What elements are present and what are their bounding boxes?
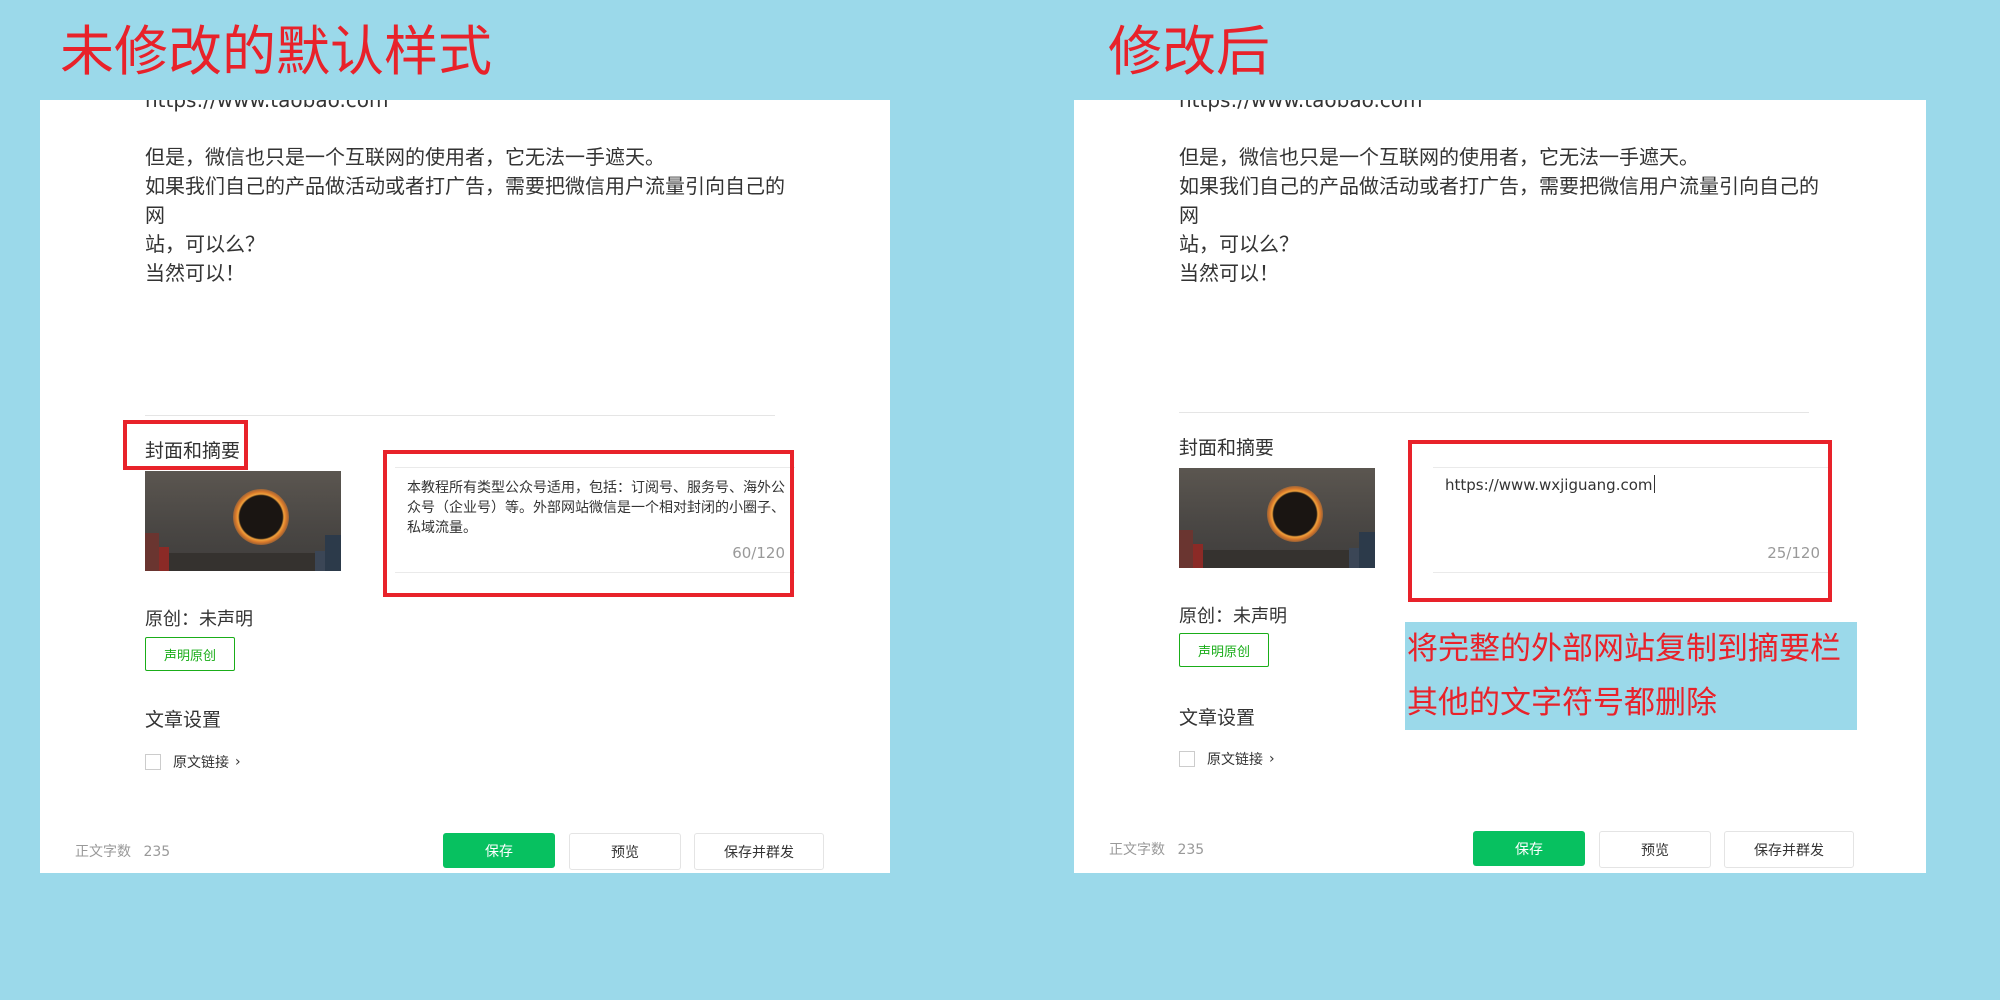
word-count-label: 正文字数 <box>1109 842 1165 858</box>
body-url-line: https://www.taobao.com <box>145 100 389 112</box>
cover-image[interactable] <box>145 471 341 571</box>
cover-building <box>145 533 159 571</box>
original-link-label: 原文链接 <box>173 755 229 771</box>
body-line: 当然可以！ <box>145 261 245 285</box>
save-button[interactable]: 保存 <box>1473 831 1585 866</box>
checkbox-icon[interactable] <box>145 754 161 770</box>
section-divider <box>1179 412 1809 413</box>
word-count-label: 正文字数 <box>75 844 131 860</box>
body-line: 如果我们自己的产品做活动或者打广告，需要把微信用户流量引向自己的网 <box>1179 174 1819 227</box>
chevron-right-icon: › <box>235 754 241 770</box>
highlight-summary-right <box>1408 440 1832 602</box>
original-link-label: 原文链接 <box>1207 752 1263 768</box>
body-line: 站，可以么？ <box>145 232 265 256</box>
body-line: 站，可以么？ <box>1179 232 1299 256</box>
body-line: 当然可以！ <box>1179 261 1279 285</box>
section-divider <box>145 415 775 416</box>
highlight-summary-left <box>383 450 794 597</box>
eclipse-graphic <box>233 489 289 545</box>
highlight-cover-label <box>123 420 248 470</box>
cover-building <box>1359 532 1375 568</box>
cover-image[interactable] <box>1179 468 1375 568</box>
cover-building <box>159 547 169 571</box>
cover-building <box>325 535 341 571</box>
left-heading: 未修改的默认样式 <box>60 20 492 83</box>
word-count-value: 235 <box>1177 842 1205 858</box>
article-settings-label: 文章设置 <box>1179 707 1256 729</box>
instruction-annotation: 将完整的外部网站复制到摘要栏 其他的文字符号都删除 <box>1405 622 1857 730</box>
body-url-line: https://www.taobao.com <box>1179 100 1423 112</box>
body-line: 但是，微信也只是一个互联网的使用者，它无法一手遮天。 <box>1179 145 1699 169</box>
declare-original-button[interactable]: 声明原创 <box>145 637 235 671</box>
preview-button[interactable]: 预览 <box>569 833 681 870</box>
annotation-line: 其他的文字符号都删除 <box>1407 685 1717 721</box>
original-status: 原创：未声明 <box>145 609 253 630</box>
cover-sea <box>145 553 341 571</box>
cover-sea <box>1179 550 1375 568</box>
word-count-value: 235 <box>143 844 171 860</box>
body-line: 如果我们自己的产品做活动或者打广告，需要把微信用户流量引向自己的网 <box>145 174 785 227</box>
preview-button[interactable]: 预览 <box>1599 831 1711 868</box>
article-body[interactable]: 但是，微信也只是一个互联网的使用者，它无法一手遮天。 如果我们自己的产品做活动或… <box>1179 143 1829 288</box>
original-link-option[interactable]: 原文链接 › <box>1179 749 1275 769</box>
body-line: 但是，微信也只是一个互联网的使用者，它无法一手遮天。 <box>145 145 665 169</box>
original-link-option[interactable]: 原文链接 › <box>145 752 241 772</box>
declare-original-button[interactable]: 声明原创 <box>1179 633 1269 667</box>
right-heading: 修改后 <box>1108 20 1270 83</box>
article-body[interactable]: 但是，微信也只是一个互联网的使用者，它无法一手遮天。 如果我们自己的产品做活动或… <box>145 143 795 288</box>
cover-building <box>1349 548 1359 568</box>
cover-building <box>1179 530 1193 568</box>
word-count: 正文字数 235 <box>1109 839 1204 859</box>
annotation-line: 将完整的外部网站复制到摘要栏 <box>1407 631 1841 667</box>
cover-summary-label: 封面和摘要 <box>1179 437 1275 459</box>
save-publish-button[interactable]: 保存并群发 <box>694 833 824 870</box>
eclipse-graphic <box>1267 486 1323 542</box>
word-count: 正文字数 235 <box>75 841 170 861</box>
original-status: 原创：未声明 <box>1179 606 1287 627</box>
checkbox-icon[interactable] <box>1179 751 1195 767</box>
save-publish-button[interactable]: 保存并群发 <box>1724 831 1854 868</box>
save-button[interactable]: 保存 <box>443 833 555 868</box>
article-settings-label: 文章设置 <box>145 709 222 731</box>
cover-building <box>315 551 325 571</box>
cover-building <box>1193 544 1203 568</box>
chevron-right-icon: › <box>1269 751 1275 767</box>
